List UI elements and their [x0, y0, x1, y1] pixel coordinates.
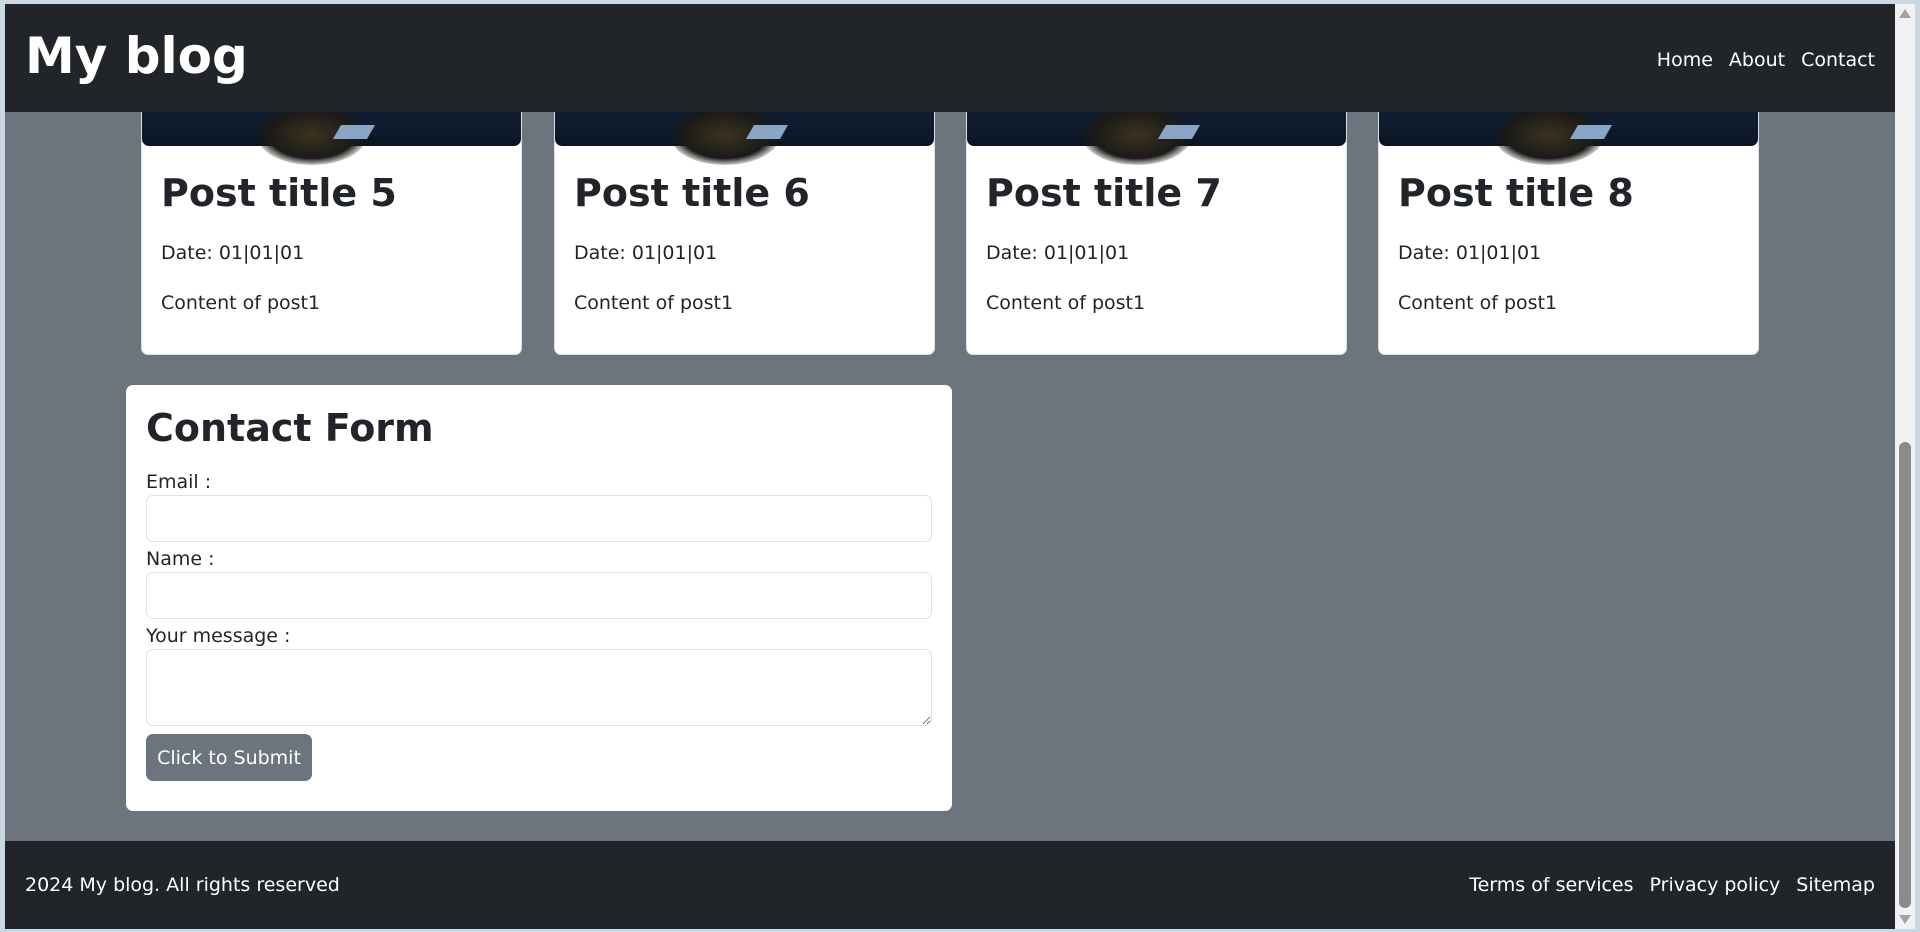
post-content: Content of post1	[574, 292, 734, 314]
nav-about-link[interactable]: About	[1729, 48, 1785, 72]
copyright-text: 2024 My blog. All rights reserved	[25, 874, 340, 896]
footer-links: Terms of services Privacy policy Sitemap	[1469, 873, 1875, 897]
contact-form-title: Contact Form	[146, 406, 434, 450]
post-date: Date: 01|01|01	[986, 242, 1130, 264]
site-header: My blog Home About Contact	[5, 4, 1895, 112]
post-date: Date: 01|01|01	[161, 242, 305, 264]
post-date: Date: 01|01|01	[574, 242, 718, 264]
nav-contact-link[interactable]: Contact	[1801, 48, 1875, 72]
scroll-up-arrow-icon[interactable]	[1899, 9, 1911, 18]
post-content: Content of post1	[986, 292, 1146, 314]
privacy-link[interactable]: Privacy policy	[1650, 873, 1781, 897]
message-textarea[interactable]	[146, 649, 932, 726]
page-viewport: My blog Home About Contact Post title 5 …	[5, 4, 1895, 929]
post-title: Post title 7	[986, 171, 1222, 215]
post-title: Post title 5	[161, 171, 397, 215]
site-footer: 2024 My blog. All rights reserved Terms …	[5, 841, 1895, 929]
name-field[interactable]	[146, 572, 932, 619]
name-label: Name :	[146, 548, 215, 570]
sitemap-link[interactable]: Sitemap	[1796, 873, 1875, 897]
vertical-scrollbar[interactable]	[1895, 4, 1915, 929]
message-label: Your message :	[146, 625, 291, 647]
main-nav: Home About Contact	[1657, 48, 1875, 72]
post-content: Content of post1	[161, 292, 321, 314]
post-date: Date: 01|01|01	[1398, 242, 1542, 264]
post-title: Post title 6	[574, 171, 810, 215]
email-label: Email :	[146, 471, 212, 493]
email-field[interactable]	[146, 495, 932, 542]
post-content: Content of post1	[1398, 292, 1558, 314]
submit-button[interactable]: Click to Submit	[146, 734, 312, 781]
site-brand[interactable]: My blog	[25, 26, 248, 86]
scroll-down-arrow-icon[interactable]	[1899, 915, 1911, 924]
nav-home-link[interactable]: Home	[1657, 48, 1713, 72]
contact-form: Contact Form Email : Name : Your message…	[126, 385, 952, 811]
terms-link[interactable]: Terms of services	[1469, 873, 1633, 897]
scroll-thumb[interactable]	[1899, 442, 1911, 908]
post-title: Post title 8	[1398, 171, 1634, 215]
